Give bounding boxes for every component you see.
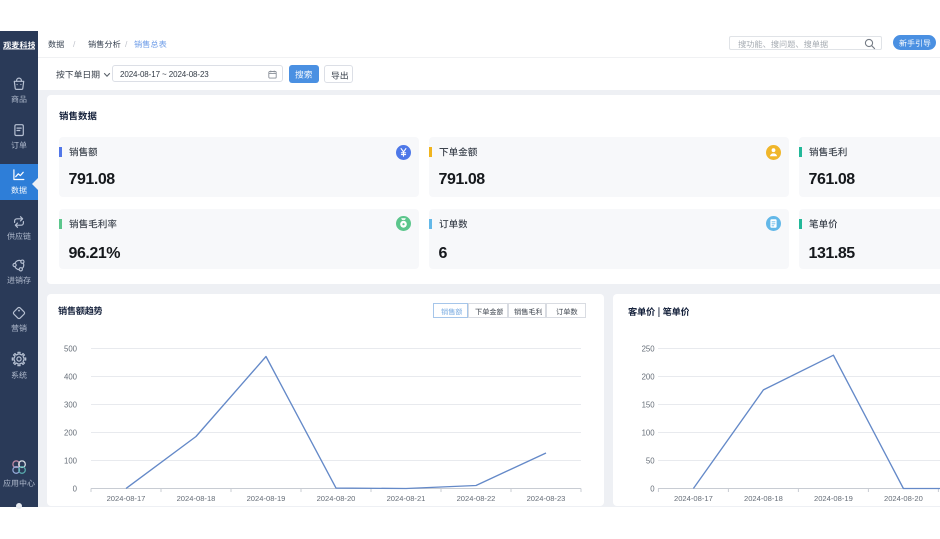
svg-text:500: 500 <box>64 344 78 353</box>
svg-text:300: 300 <box>64 400 78 409</box>
svg-text:100: 100 <box>642 428 656 437</box>
svg-text:0: 0 <box>73 484 78 493</box>
svg-text:200: 200 <box>64 428 78 437</box>
svg-text:2024-08-18: 2024-08-18 <box>744 494 783 503</box>
svg-text:2024-08-18: 2024-08-18 <box>177 494 216 503</box>
svg-text:50: 50 <box>646 456 655 465</box>
svg-text:2024-08-17: 2024-08-17 <box>107 494 146 503</box>
svg-text:200: 200 <box>642 372 656 381</box>
svg-text:0: 0 <box>650 484 655 493</box>
svg-text:2024-08-20: 2024-08-20 <box>317 494 356 503</box>
svg-text:2024-08-23: 2024-08-23 <box>527 494 566 503</box>
svg-text:400: 400 <box>64 372 78 381</box>
svg-text:2024-08-17: 2024-08-17 <box>674 494 713 503</box>
svg-text:2024-08-21: 2024-08-21 <box>387 494 426 503</box>
svg-text:250: 250 <box>642 344 656 353</box>
svg-text:2024-08-22: 2024-08-22 <box>457 494 496 503</box>
svg-text:2024-08-19: 2024-08-19 <box>247 494 286 503</box>
svg-text:150: 150 <box>642 400 656 409</box>
svg-text:100: 100 <box>64 456 78 465</box>
svg-text:2024-08-20: 2024-08-20 <box>884 494 923 503</box>
svg-text:2024-08-19: 2024-08-19 <box>814 494 853 503</box>
